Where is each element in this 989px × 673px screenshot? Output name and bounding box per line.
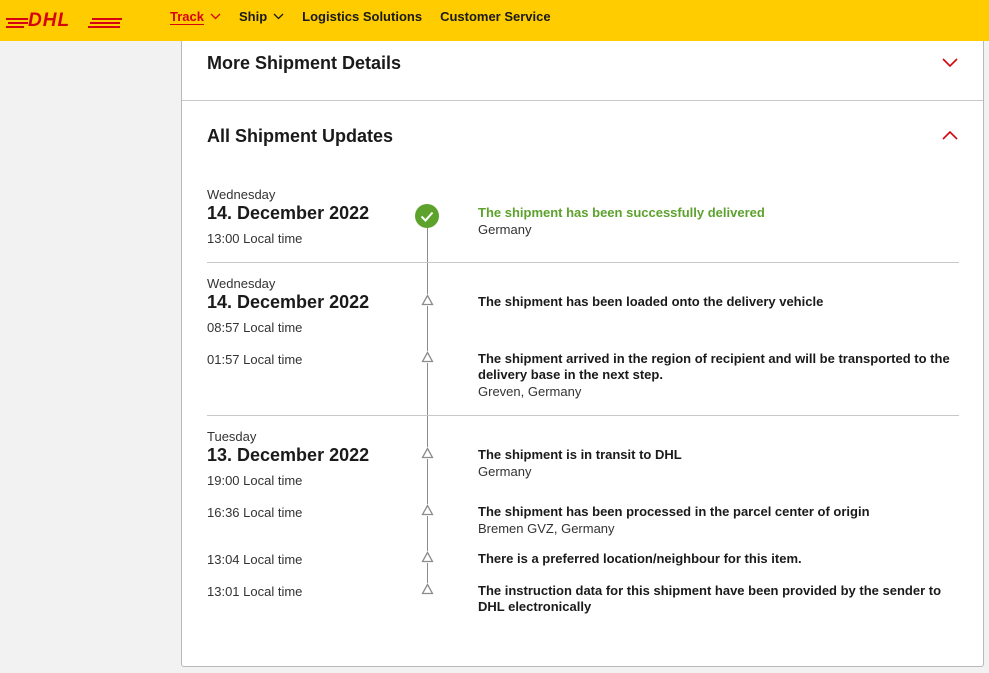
top-navigation-bar: DHL Track Ship Logistics Solutions Custo… (0, 0, 989, 41)
dhl-logo[interactable]: DHL (6, 9, 122, 29)
timeline-triangle-icon (421, 551, 434, 563)
nav-logistics-label[interactable]: Logistics Solutions (302, 9, 422, 24)
timeline-triangle-icon (421, 351, 434, 363)
update-day: Wednesday (207, 276, 276, 291)
event-time: 16:36 Local time (207, 505, 303, 520)
event-description: The instruction data for this shipment h… (478, 583, 942, 614)
event-description: The shipment has been processed in the p… (478, 504, 870, 519)
event-time: 19:00 Local time (207, 473, 303, 488)
timeline-triangle-icon (421, 294, 434, 306)
group-divider (207, 415, 959, 416)
nav-ship[interactable]: Ship (239, 9, 284, 24)
chevron-up-icon[interactable] (942, 130, 958, 140)
update-day: Tuesday (207, 429, 257, 444)
event-location: Germany (478, 222, 532, 237)
timeline-triangle-icon (421, 583, 434, 595)
more-shipment-details-title[interactable]: More Shipment Details (207, 53, 401, 74)
chevron-down-icon[interactable] (942, 58, 958, 68)
update-date: 13. December 2022 (207, 445, 370, 465)
event-time: 13:01 Local time (207, 584, 303, 599)
chevron-down-icon (210, 13, 221, 19)
main-nav: Track Ship Logistics Solutions Customer … (170, 0, 569, 32)
event-location: Germany (478, 464, 532, 479)
nav-ship-label[interactable]: Ship (239, 9, 267, 24)
nav-logistics-solutions[interactable]: Logistics Solutions (302, 9, 422, 24)
update-date: 14. December 2022 (207, 203, 370, 223)
chevron-down-icon (273, 13, 284, 19)
update-date: 14. December 2022 (207, 292, 370, 312)
nav-customer-service[interactable]: Customer Service (440, 9, 551, 24)
event-time: 01:57 Local time (207, 352, 303, 367)
timeline-triangle-icon (421, 504, 434, 516)
event-time: 08:57 Local time (207, 320, 303, 335)
event-description: The shipment arrived in the region of re… (478, 351, 950, 382)
shipment-card: More Shipment Details All Shipment Updat… (181, 41, 984, 667)
nav-track-label[interactable]: Track (170, 9, 204, 24)
all-shipment-updates-title[interactable]: All Shipment Updates (207, 126, 393, 147)
nav-track[interactable]: Track (170, 9, 221, 24)
event-description: The shipment has been successfully deliv… (478, 205, 765, 220)
timeline-triangle-icon (421, 447, 434, 459)
nav-customer-service-label[interactable]: Customer Service (440, 9, 551, 24)
timeline-line (427, 227, 428, 589)
event-description: The shipment is in transit to DHL (478, 447, 682, 462)
event-description: The shipment has been loaded onto the de… (478, 294, 824, 309)
event-time: 13:00 Local time (207, 231, 303, 246)
event-time: 13:04 Local time (207, 552, 303, 567)
group-divider (207, 262, 959, 263)
svg-text:DHL: DHL (28, 10, 70, 29)
event-location: Greven, Germany (478, 384, 582, 399)
event-description: There is a preferred location/neighbour … (478, 551, 802, 566)
event-location: Bremen GVZ, Germany (478, 521, 615, 536)
delivered-check-icon (415, 204, 439, 228)
update-day: Wednesday (207, 187, 276, 202)
section-divider (182, 100, 983, 101)
